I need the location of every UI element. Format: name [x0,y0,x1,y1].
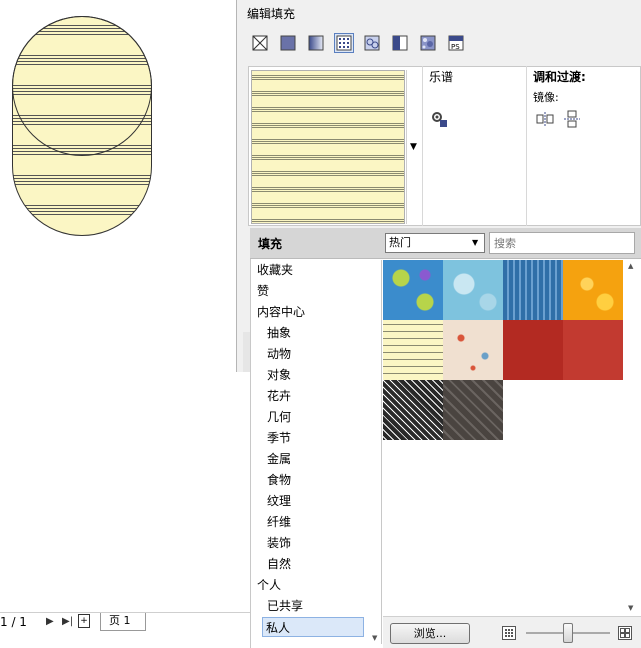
category-item[interactable]: 装饰 [267,533,291,553]
category-item[interactable]: 个人 [257,575,281,595]
fill-thumbnail[interactable] [563,260,623,320]
scroll-down-icon[interactable]: ▼ [628,604,633,612]
search-input[interactable] [489,232,635,254]
grid-large-icon[interactable] [618,626,632,643]
category-item[interactable]: 几何 [267,407,291,427]
divider [422,66,423,226]
mirror-horizontal-icon[interactable] [536,112,554,129]
mirror-label: 镜像: [533,91,559,104]
scroll-down-icon[interactable]: ▼ [372,634,377,642]
category-item[interactable]: 已共享 [267,596,303,616]
fill-thumbnail[interactable] [503,320,563,380]
dialog-title: 编辑填充 [247,7,296,21]
fill-thumbnail[interactable] [443,320,503,380]
category-item[interactable]: 花卉 [267,386,291,406]
next-page-icon[interactable]: ▶ [46,616,54,627]
fill-name-label: 乐谱 [429,70,454,84]
uniform-fill-icon[interactable] [278,33,298,53]
blend-title: 调和过渡: [533,70,586,84]
bitmap-pattern-fill-icon[interactable] [362,33,382,53]
fountain-fill-icon[interactable] [306,33,326,53]
fill-thumbnail[interactable] [383,260,443,320]
postscript-fill-icon[interactable]: PS [446,33,466,53]
category-item[interactable]: 赞 [257,281,269,301]
page-tab[interactable]: 页 1 [100,613,146,631]
fill-picker-label: 填充 [258,237,283,251]
fill-settings-icon[interactable] [430,110,448,131]
two-color-pattern-fill-icon[interactable] [390,33,410,53]
fill-thumbnail[interactable] [383,380,443,440]
category-list: 收藏夹赞内容中心 抽象 动物 对象 花卉 几何 季节 金属 食物 纹理 纤维 装饰 自然 个人 已共享 私人 [250,260,382,644]
browse-button[interactable]: 浏览... [390,623,470,644]
chevron-down-icon[interactable]: ▼ [472,238,478,247]
vector-pattern-fill-icon[interactable] [334,33,354,53]
texture-fill-icon[interactable] [418,33,438,53]
category-item[interactable]: 纹理 [267,491,291,511]
category-item[interactable]: 动物 [267,344,291,364]
divider [526,66,527,226]
mirror-vertical-icon[interactable] [564,110,580,131]
category-item[interactable]: 私人 [262,617,364,637]
category-item[interactable]: 金属 [267,449,291,469]
category-item[interactable]: 食物 [267,470,291,490]
add-page-icon[interactable]: + [78,614,90,628]
fill-thumbnail[interactable] [563,320,623,380]
fill-thumbnail[interactable] [383,320,443,380]
scroll-up-icon[interactable]: ▲ [628,262,633,270]
last-page-icon[interactable]: ▶| [62,616,73,627]
category-item[interactable]: 对象 [267,365,291,385]
slider-thumb[interactable] [563,623,573,643]
category-item[interactable]: 纤维 [267,512,291,532]
fill-preview-swatch[interactable] [251,70,405,224]
category-item[interactable]: 内容中心 [257,302,305,322]
svg-text:PS: PS [451,43,460,51]
fill-thumbnail[interactable] [443,260,503,320]
dialog-edge [243,332,250,372]
no-fill-icon[interactable] [250,33,270,53]
category-item[interactable]: 收藏夹 [257,260,293,280]
page-counter: 1 / 1 [0,615,27,629]
category-item[interactable]: 季节 [267,428,291,448]
fill-thumbnail[interactable] [443,380,503,440]
chevron-down-icon[interactable]: ▼ [410,142,417,152]
filter-select[interactable]: 热门 [385,233,485,253]
category-item[interactable]: 自然 [267,554,291,574]
fill-thumbnail[interactable] [503,260,563,320]
fill-thumbnail-grid [383,260,623,440]
grid-small-icon[interactable] [502,626,516,643]
circle-shape-object[interactable] [12,16,152,156]
category-item[interactable]: 抽象 [267,323,291,343]
